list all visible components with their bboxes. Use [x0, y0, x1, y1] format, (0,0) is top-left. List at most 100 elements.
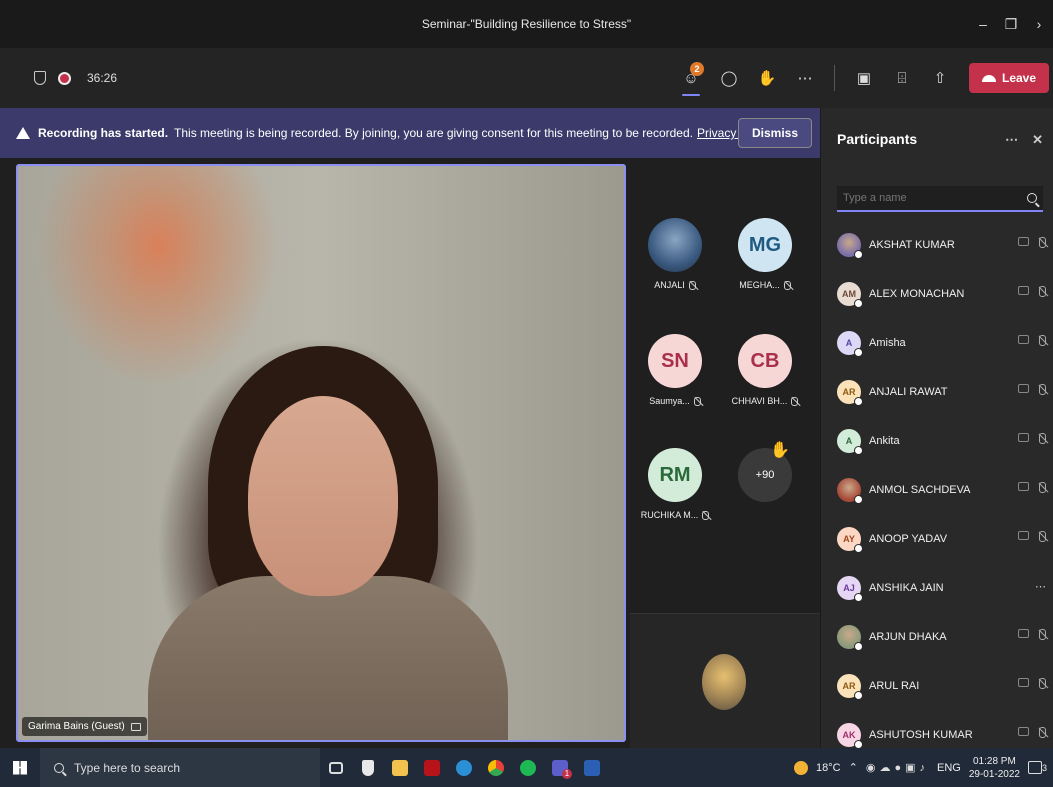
toolbar-divider	[834, 65, 835, 91]
mic-off-icon	[1039, 433, 1046, 444]
search-icon	[54, 762, 64, 773]
gallery-tile[interactable]: SN Saumya...	[630, 334, 720, 407]
recording-icon	[58, 71, 71, 85]
participant-row[interactable]: AY ANOOP YADAV	[821, 514, 1053, 563]
minimize-icon[interactable]: –	[969, 16, 997, 32]
participant-row[interactable]: ARJUN DHAKA	[821, 612, 1053, 661]
camera-off-icon	[1018, 384, 1029, 393]
participant-row[interactable]: AR ARUL RAI	[821, 661, 1053, 710]
participant-row[interactable]: AKSHAT KUMAR	[821, 220, 1053, 269]
language-indicator[interactable]: ENG	[937, 762, 961, 774]
main-video-tile[interactable]: Garima Bains (Guest)	[16, 164, 626, 742]
presence-icon	[854, 347, 863, 357]
presence-icon	[854, 249, 863, 259]
meeting-timer: 36:26	[87, 71, 118, 85]
gallery-tile[interactable]: MG MEGHA...	[720, 218, 810, 291]
presence-icon	[854, 396, 863, 406]
leave-button[interactable]: Leave	[969, 63, 1049, 93]
participant-row[interactable]: ANMOL SACHDEVA	[821, 465, 1053, 514]
mic-off-icon: ⌹	[897, 69, 907, 87]
more-icon[interactable]: ⋯	[1035, 580, 1046, 593]
teams-badge: 1	[562, 769, 572, 779]
avatar: AR	[837, 673, 863, 700]
weather-icon[interactable]	[794, 760, 809, 775]
avatar	[837, 624, 863, 651]
avatar	[837, 232, 863, 259]
edge-icon[interactable]	[448, 748, 480, 787]
participants-button[interactable]: ☺ 2	[672, 48, 710, 108]
participant-name: ANOOP YADAV	[869, 532, 948, 545]
presence-icon	[854, 494, 863, 504]
presence-icon	[854, 445, 863, 455]
chat-button[interactable]: ◯	[710, 48, 748, 108]
participant-row[interactable]: AJ ANSHIKA JAIN ⋯	[821, 563, 1053, 612]
notification-icon[interactable]	[1027, 761, 1042, 774]
mic-button[interactable]: ⌹	[883, 48, 921, 108]
participant-gallery: ANJALI MG MEGHA... SN Saumya... CB CHHAV…	[630, 158, 820, 748]
participant-name: ANJALI RAWAT	[869, 385, 948, 398]
file-explorer-icon[interactable]	[384, 748, 416, 787]
banner-message: This meeting is being recorded. By joini…	[174, 126, 693, 140]
reactions-button[interactable]: ✋	[748, 48, 786, 108]
gallery-tile[interactable]: ANJALI	[630, 218, 720, 291]
more-actions-button[interactable]: ⋯	[786, 48, 824, 108]
chevron-up-icon[interactable]: ⌃	[849, 761, 858, 774]
tray-icons[interactable]: ◉☁●▣♪	[866, 761, 929, 774]
teams-meeting-window: Seminar-"Building Resilience to Stress" …	[0, 0, 1053, 787]
participant-list: AKSHAT KUMAR AM ALEX MONACHAN A Amisha AR ANJA…	[821, 220, 1053, 759]
camera-off-icon	[1018, 482, 1029, 491]
more-participants-tile[interactable]: ✋ +90	[720, 442, 810, 502]
mic-off-icon	[783, 281, 791, 291]
raise-hand-icon: ✋	[757, 70, 777, 87]
avatar	[648, 218, 702, 272]
teams-icon[interactable]: 1	[544, 748, 576, 787]
recording-banner: Recording has started. This meeting is b…	[0, 108, 820, 158]
raised-hand-icon: ✋	[770, 442, 790, 459]
participant-row[interactable]: A Amisha	[821, 318, 1053, 367]
participant-row[interactable]: A Ankita	[821, 416, 1053, 465]
participant-name: ARJUN DHAKA	[869, 630, 947, 643]
dismiss-button[interactable]: Dismiss	[738, 118, 812, 148]
search-input[interactable]	[843, 192, 1003, 204]
participant-name: ANSHIKA JAIN	[869, 581, 944, 594]
participant-row[interactable]: AR ANJALI RAWAT	[821, 367, 1053, 416]
notification-count: 3	[1041, 762, 1047, 773]
security-app-icon[interactable]	[352, 748, 384, 787]
mic-off-icon	[693, 397, 701, 407]
panel-more-icon[interactable]: ⋯	[1005, 132, 1018, 148]
camera-button[interactable]: ▣	[845, 48, 883, 108]
taskbar-search[interactable]: Type here to search	[40, 748, 320, 787]
more-count: +90	[755, 469, 775, 481]
windows-taskbar: Type here to search 1 18°C ⌃ ◉☁●▣♪ ENG 0…	[0, 748, 1053, 787]
avatar: AY	[837, 526, 863, 553]
avatar: AM	[837, 281, 863, 308]
netflix-icon[interactable]	[416, 748, 448, 787]
participant-search[interactable]	[837, 186, 1043, 212]
leave-label: Leave	[1001, 71, 1037, 85]
maximize-icon[interactable]: ❐	[997, 16, 1025, 33]
chrome-icon[interactable]	[480, 748, 512, 787]
close-icon[interactable]: ›	[1025, 16, 1053, 32]
gallery-tile[interactable]: CB CHHAVI BH...	[720, 334, 810, 407]
self-avatar	[702, 654, 746, 710]
window-controls: – ❐ ›	[969, 0, 1053, 48]
share-button[interactable]: ⇧	[921, 48, 959, 108]
start-button[interactable]	[0, 748, 40, 787]
spotify-icon[interactable]	[512, 748, 544, 787]
clock[interactable]: 01:28 PM 29-01-2022	[969, 755, 1020, 781]
participant-name: ALEX MONACHAN	[869, 287, 965, 300]
share-icon: ⇧	[933, 70, 947, 87]
weather-temp[interactable]: 18°C	[816, 762, 841, 774]
mic-off-icon	[702, 511, 710, 521]
phone-icon	[981, 74, 996, 82]
camera-off-icon	[1018, 433, 1029, 442]
self-video-tile[interactable]	[630, 613, 820, 748]
word-icon[interactable]	[576, 748, 608, 787]
task-view-icon[interactable]	[320, 748, 352, 787]
taskbar-search-placeholder: Type here to search	[74, 760, 181, 775]
search-icon[interactable]	[1027, 193, 1037, 203]
panel-close-icon[interactable]: ✕	[1032, 132, 1043, 148]
participant-row[interactable]: AM ALEX MONACHAN	[821, 269, 1053, 318]
mic-off-icon	[1039, 727, 1046, 738]
gallery-tile[interactable]: RM RUCHIKA M...	[630, 448, 720, 521]
